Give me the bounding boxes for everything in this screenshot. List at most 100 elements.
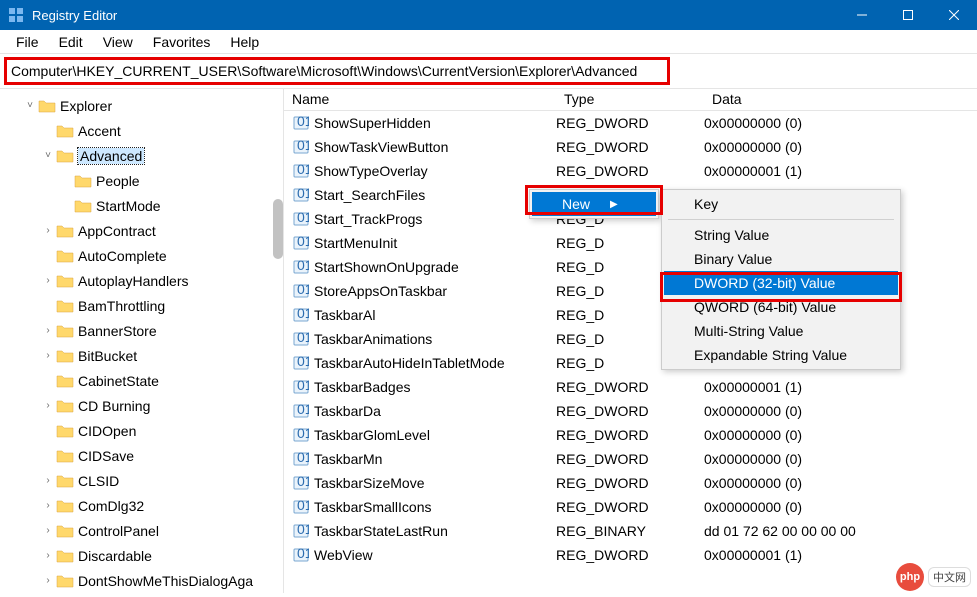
chevron-down-icon[interactable]: ˅: [40, 150, 56, 161]
list-row[interactable]: 011TaskbarDaREG_DWORD0x00000000 (0): [284, 399, 977, 423]
chevron-right-icon[interactable]: ›: [40, 325, 56, 336]
tree-item[interactable]: ›ComDlg32: [0, 493, 283, 518]
tree-item[interactable]: ˅Explorer: [0, 93, 283, 118]
ctx-item[interactable]: Multi-String Value: [664, 319, 898, 343]
value-name: TaskbarMn: [314, 451, 382, 467]
ctx-item[interactable]: DWORD (32-bit) Value: [664, 271, 898, 295]
tree-item[interactable]: BamThrottling: [0, 293, 283, 318]
tree-item[interactable]: ›ControlPanel: [0, 518, 283, 543]
close-button[interactable]: [931, 0, 977, 30]
context-submenu[interactable]: Key String Value Binary Value DWORD (32-bit…: [661, 189, 901, 370]
chevron-right-icon[interactable]: ›: [40, 525, 56, 536]
address-bar[interactable]: Computer\HKEY_CURRENT_USER\Software\Micr…: [4, 57, 670, 85]
address-path: Computer\HKEY_CURRENT_USER\Software\Micr…: [11, 63, 637, 79]
svg-text:011: 011: [297, 475, 309, 489]
tree-item[interactable]: StartMode: [0, 193, 283, 218]
value-data: 0x00000000 (0): [696, 475, 977, 491]
col-type[interactable]: Type: [556, 89, 704, 110]
tree-item[interactable]: ˅Advanced: [0, 143, 283, 168]
tree-item[interactable]: CIDSave: [0, 443, 283, 468]
maximize-button[interactable]: [885, 0, 931, 30]
tree-item[interactable]: Accent: [0, 118, 283, 143]
folder-icon: [56, 499, 74, 513]
list-row[interactable]: 011TaskbarBadgesREG_DWORD0x00000001 (1): [284, 375, 977, 399]
tree-item[interactable]: CabinetState: [0, 368, 283, 393]
chevron-right-icon[interactable]: ›: [40, 225, 56, 236]
menu-favorites[interactable]: Favorites: [143, 32, 221, 52]
list-row[interactable]: 011ShowTypeOverlayREG_DWORD0x00000001 (1…: [284, 159, 977, 183]
reg-value-icon: 011: [292, 546, 310, 564]
folder-icon: [56, 249, 74, 263]
chevron-right-icon[interactable]: ›: [40, 475, 56, 486]
list-row[interactable]: 011ShowSuperHiddenREG_DWORD0x00000000 (0…: [284, 111, 977, 135]
chevron-down-icon[interactable]: ˅: [22, 100, 38, 111]
value-data: 0x00000001 (1): [696, 547, 977, 563]
chevron-right-icon[interactable]: ›: [40, 500, 56, 511]
reg-value-icon: 011: [292, 426, 310, 444]
chevron-right-icon[interactable]: ›: [40, 550, 56, 561]
svg-text:011: 011: [297, 331, 309, 345]
value-data: 0x00000001 (1): [696, 163, 977, 179]
tree-item-label: BitBucket: [78, 348, 137, 364]
list-row[interactable]: 011TaskbarGlomLevelREG_DWORD0x00000000 (…: [284, 423, 977, 447]
folder-icon: [56, 374, 74, 388]
list-row[interactable]: 011TaskbarSmallIconsREG_DWORD0x00000000 …: [284, 495, 977, 519]
svg-text:011: 011: [297, 547, 309, 561]
list-row[interactable]: 011WebViewREG_DWORD0x00000001 (1): [284, 543, 977, 567]
ctx-item[interactable]: String Value: [664, 223, 898, 247]
ctx-item-label: Binary Value: [694, 251, 772, 267]
tree-item[interactable]: › AutoplayHandlers: [0, 268, 283, 293]
watermark: php 中文网: [896, 563, 971, 591]
value-name: TaskbarBadges: [314, 379, 411, 395]
context-menu-parent[interactable]: New ▶: [529, 189, 659, 219]
tree-item[interactable]: AutoComplete: [0, 243, 283, 268]
folder-icon: [56, 474, 74, 488]
folder-icon: [56, 224, 74, 238]
tree-item-label: AutoplayHandlers: [78, 273, 189, 289]
tree-item[interactable]: › BitBucket: [0, 343, 283, 368]
tree-item[interactable]: ›Discardable: [0, 543, 283, 568]
tree-pane[interactable]: ˅ExplorerAccent˅AdvancedPeopleStartMode›…: [0, 89, 284, 593]
tree-item[interactable]: CIDOpen: [0, 418, 283, 443]
tree-item-label: DontShowMeThisDialogAga: [78, 573, 253, 589]
chevron-right-icon[interactable]: ›: [40, 350, 56, 361]
chevron-right-icon[interactable]: ›: [40, 400, 56, 411]
menu-view[interactable]: View: [93, 32, 143, 52]
tree-item[interactable]: ›AppContract: [0, 218, 283, 243]
main-split: ˅ExplorerAccent˅AdvancedPeopleStartMode›…: [0, 88, 977, 593]
reg-value-icon: 011: [292, 306, 310, 324]
chevron-right-icon[interactable]: ›: [40, 275, 56, 286]
menu-help[interactable]: Help: [220, 32, 269, 52]
tree-item[interactable]: ›BannerStore: [0, 318, 283, 343]
chevron-right-icon[interactable]: ›: [40, 575, 56, 586]
value-name: StoreAppsOnTaskbar: [314, 283, 447, 299]
tree-item[interactable]: ›CLSID: [0, 468, 283, 493]
tree-item[interactable]: People: [0, 168, 283, 193]
menu-file[interactable]: File: [6, 32, 49, 52]
list-row[interactable]: 011ShowTaskViewButtonREG_DWORD0x00000000…: [284, 135, 977, 159]
ctx-item[interactable]: Expandable String Value: [664, 343, 898, 367]
reg-value-icon: 011: [292, 234, 310, 252]
value-name: StartShownOnUpgrade: [314, 259, 459, 275]
ctx-new[interactable]: New ▶: [532, 192, 656, 216]
tree-item[interactable]: › DontShowMeThisDialogAga: [0, 568, 283, 593]
tree-scrollbar[interactable]: [273, 199, 283, 259]
ctx-new-label: New: [562, 196, 590, 212]
tree-item[interactable]: ›CD Burning: [0, 393, 283, 418]
menu-edit[interactable]: Edit: [49, 32, 93, 52]
folder-icon: [74, 174, 92, 188]
list-pane[interactable]: Name Type Data 011ShowSuperHiddenREG_DWO…: [284, 89, 977, 593]
folder-icon: [56, 449, 74, 463]
col-data[interactable]: Data: [704, 89, 977, 110]
ctx-item[interactable]: Key: [664, 192, 898, 216]
title-bar: Registry Editor: [0, 0, 977, 30]
list-row[interactable]: 011TaskbarMnREG_DWORD0x00000000 (0): [284, 447, 977, 471]
reg-value-icon: 011: [292, 450, 310, 468]
minimize-button[interactable]: [839, 0, 885, 30]
ctx-item[interactable]: Binary Value: [664, 247, 898, 271]
list-row[interactable]: 011TaskbarStateLastRunREG_BINARYdd 01 72…: [284, 519, 977, 543]
ctx-item-label: Key: [694, 196, 718, 212]
list-row[interactable]: 011TaskbarSizeMoveREG_DWORD0x00000000 (0…: [284, 471, 977, 495]
ctx-item[interactable]: QWORD (64-bit) Value: [664, 295, 898, 319]
col-name[interactable]: Name: [284, 89, 556, 110]
